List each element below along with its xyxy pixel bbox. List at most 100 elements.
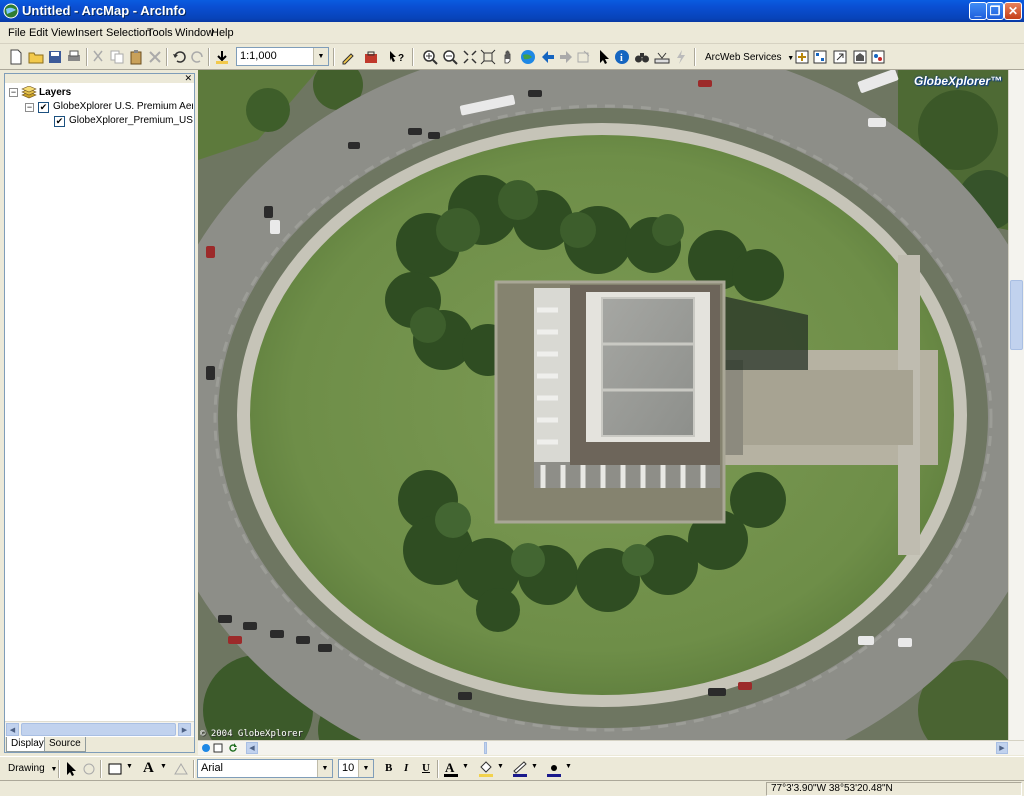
map-vertical-scrollbar[interactable]: [1008, 70, 1024, 740]
sublayer-visibility-checkbox[interactable]: ✔: [54, 116, 65, 127]
undo-button[interactable]: [169, 47, 189, 67]
forward-extent-button[interactable]: [556, 47, 576, 67]
fixed-zoom-out-button[interactable]: [478, 47, 498, 67]
menu-view[interactable]: View: [51, 26, 75, 40]
minimize-button[interactable]: _: [969, 2, 987, 20]
scroll-thumb[interactable]: [484, 742, 487, 754]
underline-button[interactable]: U: [422, 762, 430, 774]
font-combo[interactable]: Arial ▼: [197, 759, 333, 778]
measure-button[interactable]: [652, 47, 672, 67]
hyperlink-button[interactable]: [671, 47, 691, 67]
sublayer-name[interactable]: GlobeXplorer_Premium_US: [69, 114, 193, 128]
menu-tools[interactable]: Tools: [147, 26, 173, 40]
cut-button[interactable]: [88, 47, 108, 67]
chevron-down-icon[interactable]: ▼: [160, 763, 167, 770]
open-button[interactable]: [26, 47, 46, 67]
menu-file[interactable]: File: [8, 26, 26, 40]
pan-button[interactable]: [498, 47, 518, 67]
scroll-thumb[interactable]: [1010, 280, 1023, 350]
find-button[interactable]: [632, 47, 652, 67]
collapse-layers-icon[interactable]: −: [9, 88, 18, 97]
globe-icon: [521, 50, 535, 64]
whats-this-button[interactable]: ?: [386, 47, 406, 67]
map-display[interactable]: GlobeXplorer™ © 2004 GlobeXplorer: [198, 70, 1008, 740]
drawing-menu[interactable]: Drawing ▼: [8, 763, 57, 774]
italic-button[interactable]: I: [404, 762, 408, 774]
rotate-icon[interactable]: [82, 762, 96, 776]
scroll-thumb[interactable]: [21, 723, 176, 736]
arctoolbox-button[interactable]: [361, 47, 381, 67]
select-elements-button[interactable]: [594, 47, 614, 67]
scroll-right-icon[interactable]: ▶: [996, 742, 1008, 754]
arcweb-tool-2-button[interactable]: [810, 47, 830, 67]
marker-color-icon[interactable]: [546, 760, 562, 778]
editor-toolbar-button[interactable]: [338, 47, 358, 67]
layer-visibility-checkbox[interactable]: ✔: [38, 102, 49, 113]
menu-edit[interactable]: Edit: [29, 26, 48, 40]
chevron-down-icon[interactable]: ▼: [497, 763, 504, 770]
chevron-down-icon[interactable]: ▼: [126, 763, 133, 770]
map-scale-combo[interactable]: 1:1,000 ▼: [236, 47, 329, 66]
fill-color-icon[interactable]: [478, 760, 494, 778]
refresh-icon[interactable]: [228, 743, 238, 753]
scroll-left-icon[interactable]: ◀: [246, 742, 258, 754]
arcweb-tool-1-button[interactable]: [792, 47, 812, 67]
menu-selection[interactable]: Selection: [106, 26, 151, 40]
new-text-icon[interactable]: A: [143, 760, 154, 777]
rectangle-icon[interactable]: [108, 762, 122, 776]
toc-horizontal-scrollbar[interactable]: ◀ ▶: [5, 721, 194, 736]
info-icon: i: [615, 50, 629, 64]
full-extent-button[interactable]: [518, 47, 538, 67]
menu-help[interactable]: Help: [211, 26, 234, 40]
select-elements-icon[interactable]: [64, 761, 78, 777]
edit-vertices-icon[interactable]: [174, 762, 188, 776]
font-color-icon[interactable]: A: [443, 760, 459, 778]
redo-button[interactable]: [188, 47, 208, 67]
chevron-down-icon[interactable]: ▼: [565, 763, 572, 770]
bold-button[interactable]: B: [385, 762, 392, 774]
chevron-down-icon[interactable]: ▼: [313, 48, 328, 65]
arcweb-services-menu[interactable]: ArcWeb Services ▼: [705, 52, 794, 65]
close-button[interactable]: ✕: [1004, 2, 1022, 20]
add-data-button[interactable]: [212, 47, 232, 67]
copy-button[interactable]: [107, 47, 127, 67]
maximize-button[interactable]: ❐: [986, 2, 1004, 20]
zoom-out-button[interactable]: [440, 47, 460, 67]
layer-tree: − Layers − ✔ GlobeXplorer U.S. Premium A…: [5, 84, 194, 720]
fixed-zoom-in-button[interactable]: [460, 47, 480, 67]
menu-insert[interactable]: Insert: [75, 26, 103, 40]
zoom-in-button[interactable]: [420, 47, 440, 67]
collapse-layer-icon[interactable]: −: [25, 103, 34, 112]
chevron-down-icon[interactable]: ▼: [358, 760, 373, 777]
tab-display[interactable]: Display: [6, 737, 49, 752]
back-extent-button[interactable]: [538, 47, 558, 67]
save-button[interactable]: [45, 47, 65, 67]
delete-button[interactable]: [145, 47, 165, 67]
scroll-right-icon[interactable]: ▶: [178, 723, 191, 736]
arcweb-tool-3-button[interactable]: [830, 47, 850, 67]
drawing-menu-label: Drawing: [8, 763, 45, 774]
data-view-icon[interactable]: [201, 743, 211, 753]
font-value: Arial: [201, 762, 224, 774]
layout-view-icon[interactable]: [213, 743, 223, 753]
new-button[interactable]: [6, 47, 26, 67]
arcweb-tool-4-button[interactable]: [850, 47, 870, 67]
identify-button[interactable]: i: [612, 47, 632, 67]
arcweb-tool-5-button[interactable]: [868, 47, 888, 67]
chevron-down-icon[interactable]: ▼: [317, 760, 332, 777]
close-icon[interactable]: ✕: [184, 73, 192, 84]
scroll-left-icon[interactable]: ◀: [6, 723, 19, 736]
chevron-down-icon[interactable]: ▼: [531, 763, 538, 770]
zoom-out-icon: [443, 50, 458, 65]
menu-window[interactable]: Window: [175, 26, 214, 40]
line-color-icon[interactable]: [512, 760, 528, 778]
chevron-down-icon[interactable]: ▼: [462, 763, 469, 770]
toolbox-icon: [365, 51, 377, 63]
tab-source[interactable]: Source: [44, 737, 86, 752]
select-features-button[interactable]: [574, 47, 594, 67]
print-button[interactable]: [64, 47, 84, 67]
font-size-combo[interactable]: 10 ▼: [338, 759, 374, 778]
paste-button[interactable]: [126, 47, 146, 67]
layer-name[interactable]: GlobeXplorer U.S. Premium Aerial Im: [53, 100, 193, 114]
layers-root-label[interactable]: Layers: [39, 86, 71, 100]
